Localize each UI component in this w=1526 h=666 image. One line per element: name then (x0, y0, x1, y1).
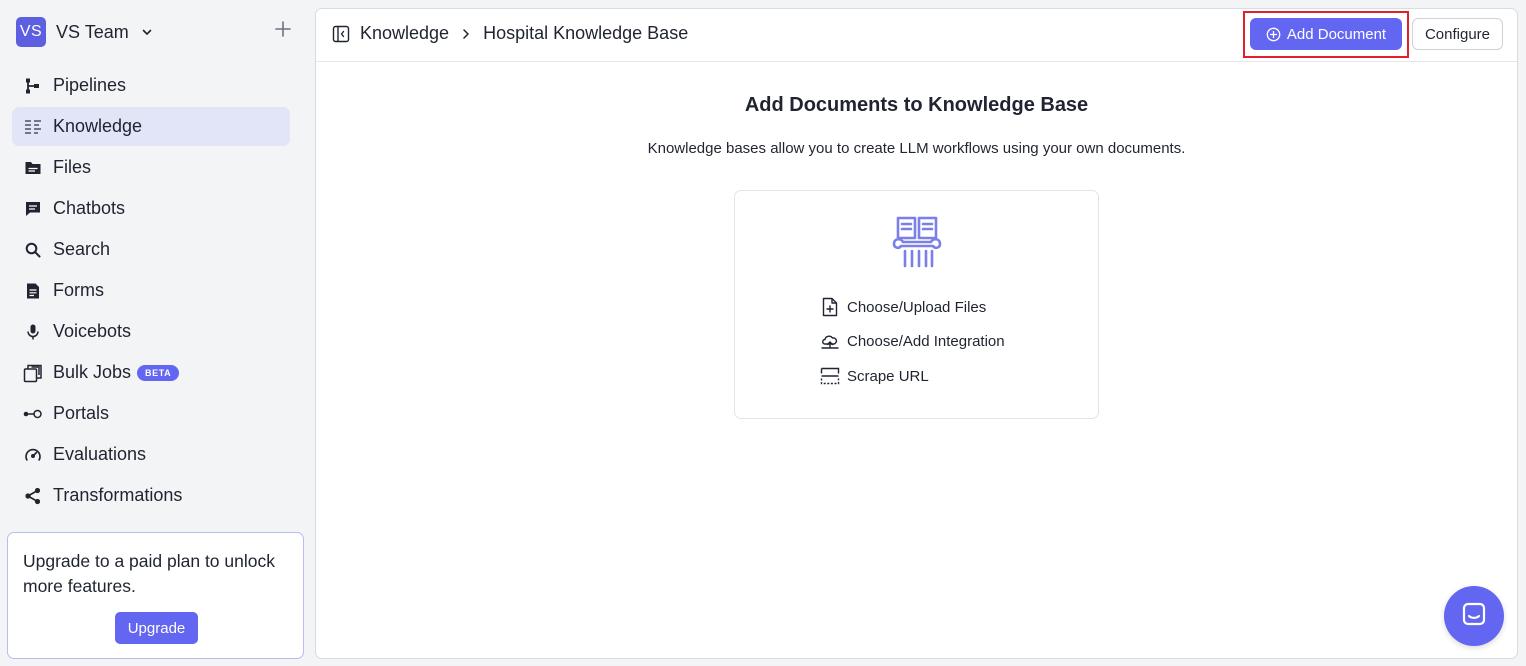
team-switcher[interactable]: VS VS Team (16, 17, 292, 47)
sidebar-item-label: Pipelines (53, 75, 127, 95)
microphone-icon (23, 322, 43, 342)
sidebar-item-evaluations[interactable]: Evaluations (12, 435, 290, 474)
copy-icon (23, 363, 43, 383)
sidebar-item-forms[interactable]: Forms (12, 271, 290, 310)
beta-badge: BETA (137, 364, 180, 381)
options-list: Choose/Upload Files Choose/Add Integrati… (819, 290, 1005, 394)
share-icon (23, 486, 43, 506)
sidebar-item-search[interactable]: Search (12, 230, 290, 269)
sidebar: VS VS Team Pipelines Knowledge Files Cha… (0, 0, 306, 666)
sidebar-item-label: Chatbots (53, 198, 126, 218)
chevron-down-icon[interactable] (141, 26, 153, 38)
option-label: Choose/Add Integration (847, 333, 1005, 351)
chevron-right-icon (461, 28, 471, 40)
main-panel: Knowledge Hospital Knowledge Base Add Do… (315, 8, 1518, 659)
sidebar-item-pipelines[interactable]: Pipelines (12, 66, 290, 105)
sidebar-item-files[interactable]: Files (12, 148, 290, 187)
portal-icon (23, 404, 43, 424)
breadcrumb-knowledge[interactable]: Knowledge (360, 23, 449, 44)
knowledge-base-illustration-icon (891, 214, 943, 270)
sidebar-item-label: Transformations (53, 485, 183, 505)
sidebar-item-label: Forms (53, 280, 104, 300)
sidebar-item-portals[interactable]: Portals (12, 394, 290, 433)
scrape-icon (819, 365, 841, 387)
page-subtitle: Knowledge bases allow you to create LLM … (647, 140, 1186, 157)
top-bar: Knowledge Hospital Knowledge Base Add Do… (316, 9, 1517, 62)
sidebar-item-voicebots[interactable]: Voicebots (12, 312, 290, 351)
add-document-label: Add Document (1286, 25, 1387, 43)
choose-add-integration-option[interactable]: Choose/Add Integration (819, 325, 1005, 360)
add-document-button[interactable]: Add Document (1250, 18, 1402, 50)
breadcrumb: Knowledge Hospital Knowledge Base (360, 23, 688, 44)
configure-button[interactable]: Configure (1412, 18, 1503, 50)
plus-circle-icon (1266, 27, 1281, 42)
scrape-url-option[interactable]: Scrape URL (819, 359, 1005, 394)
sidebar-item-bulk-jobs[interactable]: Bulk Jobs BETA (12, 353, 290, 392)
sidebar-item-knowledge[interactable]: Knowledge (12, 107, 290, 146)
sidebar-item-label: Voicebots (53, 321, 132, 341)
chat-bubble-icon (1460, 600, 1488, 633)
chat-icon (23, 199, 43, 219)
search-icon (23, 240, 43, 260)
sidebar-item-transformations[interactable]: Transformations (12, 476, 290, 515)
sidebar-item-label: Portals (53, 403, 110, 423)
team-avatar: VS (16, 17, 46, 47)
sidebar-item-label: Knowledge (53, 116, 143, 136)
upgrade-button[interactable]: Upgrade (115, 612, 198, 644)
form-icon (23, 281, 43, 301)
sidebar-item-label: Files (53, 157, 92, 177)
sidebar-item-label: Search (53, 239, 111, 259)
sidebar-item-label: Evaluations (53, 444, 147, 464)
team-name: VS Team (56, 21, 129, 42)
gauge-icon (23, 445, 43, 465)
page-title: Add Documents to Knowledge Base (744, 94, 1089, 116)
folder-icon (23, 158, 43, 178)
breadcrumb-current: Hospital Knowledge Base (483, 23, 689, 43)
sidebar-nav: Pipelines Knowledge Files Chatbots Searc… (12, 66, 290, 517)
chat-support-button[interactable] (1444, 586, 1504, 646)
file-plus-icon (819, 296, 841, 318)
upgrade-card: Upgrade to a paid plan to unlock more fe… (7, 532, 304, 659)
choose-upload-files-option[interactable]: Choose/Upload Files (819, 290, 1005, 325)
add-documents-card: Choose/Upload Files Choose/Add Integrati… (734, 190, 1099, 419)
upgrade-message: Upgrade to a paid plan to unlock more fe… (23, 551, 275, 596)
add-team-plus-icon[interactable] (274, 20, 292, 38)
pipeline-icon (23, 76, 43, 96)
option-label: Choose/Upload Files (847, 298, 987, 316)
knowledge-icon (23, 117, 43, 137)
cloud-upload-icon (819, 331, 841, 353)
sidebar-item-chatbots[interactable]: Chatbots (12, 189, 290, 228)
sidebar-item-label: Bulk Jobs (53, 362, 132, 382)
option-label: Scrape URL (847, 367, 929, 385)
collapse-sidebar-icon[interactable] (332, 25, 350, 43)
